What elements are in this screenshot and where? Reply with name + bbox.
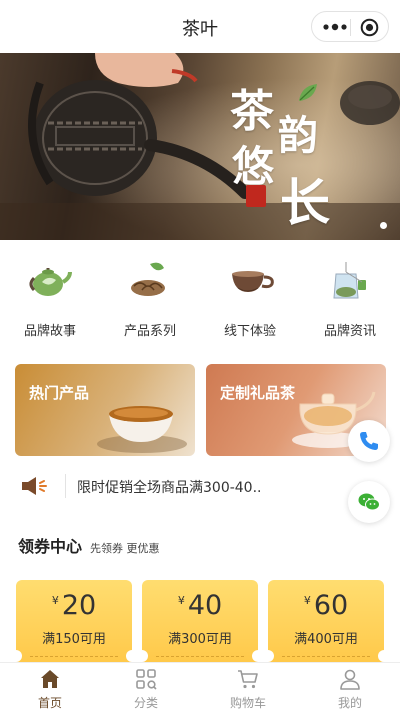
coupon-dashed-divider [30, 656, 118, 657]
category-label: 产品系列 [123, 324, 176, 339]
coupon-amount: ¥20 [16, 590, 132, 621]
category-label: 线下体验 [223, 324, 276, 339]
coupon-notch [268, 650, 274, 662]
phone-call-button[interactable] [348, 420, 390, 462]
more-options-icon[interactable] [322, 20, 348, 34]
tab-label: 购物车 [229, 696, 266, 710]
card-title: 热门产品 [29, 384, 90, 402]
home-icon [41, 670, 59, 688]
category-brand-story[interactable]: 品牌故事 [0, 258, 100, 343]
tea-bowl-icon [97, 406, 187, 453]
coupon-notch [378, 650, 384, 662]
coupon-notch [142, 650, 148, 662]
coupon-condition: 满300可用 [168, 632, 232, 647]
tea-leaves-icon [131, 262, 165, 296]
tab-category[interactable]: 分类 [96, 663, 196, 712]
coupon-value: 60 [313, 590, 349, 621]
section-title: 领券中心 [18, 537, 83, 556]
grid-icon [136, 669, 157, 690]
category-label: 品牌资讯 [323, 324, 376, 339]
section-subtitle: 先领券 更优惠 [90, 542, 160, 555]
banner-carousel[interactable]: 茶 韵 悠 长 [0, 53, 400, 240]
tab-home[interactable]: 首页 [0, 663, 100, 712]
coupon-notch [252, 650, 258, 662]
hot-products-card[interactable]: 热门产品 [15, 364, 195, 456]
phone-icon [360, 432, 378, 450]
coupon-dashed-divider [156, 656, 244, 657]
coupon-card[interactable]: ¥20 满150可用 [16, 580, 132, 662]
coupon-dashed-divider [282, 656, 370, 657]
top-navigation-bar: 茶叶 [0, 0, 400, 53]
teapot-icon [29, 268, 72, 296]
tab-label: 分类 [133, 696, 158, 710]
coupon-notch [126, 650, 132, 662]
close-mini-program-icon[interactable] [360, 18, 379, 37]
coupon-amount: ¥60 [268, 590, 384, 621]
tea-bag-icon [333, 262, 366, 299]
carousel-indicator-dot[interactable] [380, 222, 387, 229]
tab-label: 我的 [337, 696, 362, 710]
coupon-center-header: 领券中心 先领券 更优惠 [18, 533, 160, 557]
notice-text: 限时促销全场商品满300-40.. [77, 480, 262, 496]
tab-label: 首页 [37, 696, 62, 710]
calligraphy-char-2: 韵 [278, 112, 318, 159]
teapot-pouring-illustration [0, 53, 400, 240]
category-product-series[interactable]: 产品系列 [100, 258, 200, 343]
coupon-card[interactable]: ¥40 满300可用 [142, 580, 258, 662]
notice-divider [65, 474, 66, 498]
red-seal-stamp [246, 185, 266, 207]
tea-cup-icon [232, 271, 274, 292]
cart-icon [238, 670, 258, 689]
coupon-notch [16, 650, 22, 662]
calligraphy-char-4: 长 [280, 173, 330, 232]
category-menu: 品牌故事 产品系列 线下体验 品牌资讯 [0, 258, 400, 343]
green-leaf-icon [299, 84, 317, 101]
card-title: 定制礼品茶 [220, 384, 296, 402]
bottom-tab-bar: 首页 分类 购物车 我的 [0, 662, 400, 712]
tab-profile[interactable]: 我的 [300, 663, 400, 712]
category-offline-experience[interactable]: 线下体验 [200, 258, 300, 343]
coupon-condition: 满400可用 [294, 632, 358, 647]
calligraphy-char-1: 茶 [230, 86, 274, 137]
user-icon [340, 669, 360, 690]
currency-symbol: ¥ [303, 594, 311, 607]
mini-program-capsule [311, 11, 389, 42]
currency-symbol: ¥ [51, 594, 59, 607]
promotion-notice-bar[interactable]: 限时促销全场商品满300-40.. [0, 468, 400, 504]
coupon-amount: ¥40 [142, 590, 258, 621]
coupon-condition: 满150可用 [42, 632, 106, 647]
category-label: 品牌故事 [23, 324, 76, 339]
speaker-icon [22, 477, 47, 495]
coupon-card[interactable]: ¥60 满400可用 [268, 580, 384, 662]
coupon-value: 40 [187, 590, 223, 621]
capsule-divider [350, 19, 351, 36]
coupon-value: 20 [61, 590, 97, 621]
tab-cart[interactable]: 购物车 [198, 663, 298, 712]
currency-symbol: ¥ [177, 594, 185, 607]
category-brand-news[interactable]: 品牌资讯 [300, 258, 400, 343]
